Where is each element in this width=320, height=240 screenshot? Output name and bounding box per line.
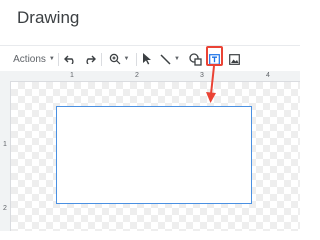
text-box[interactable]	[56, 106, 252, 204]
shape-tool-button[interactable]	[187, 46, 203, 72]
zoom-button[interactable]: ▼	[106, 46, 132, 72]
toolbar-separator	[101, 53, 102, 66]
select-icon	[143, 53, 151, 65]
chevron-down-icon: ▼	[48, 56, 55, 62]
image-tool-button[interactable]	[227, 46, 241, 72]
undo-icon	[63, 55, 74, 64]
ruler-number: 1	[3, 141, 7, 148]
text-box-highlight-box	[206, 46, 223, 66]
shape-icon	[188, 52, 202, 66]
toolbar: Actions ▼ ▼ ▼	[0, 45, 300, 72]
ruler-number: 4	[266, 72, 270, 79]
app-title: Drawing	[17, 8, 80, 27]
actions-label: Actions	[13, 53, 46, 65]
toolbar-separator	[58, 53, 59, 66]
actions-menu-button[interactable]: Actions ▼	[13, 46, 55, 72]
image-icon	[228, 53, 240, 65]
line-icon	[160, 53, 171, 65]
undo-button[interactable]	[62, 46, 78, 72]
ruler-number: 2	[3, 205, 7, 212]
toolbar-separator	[136, 53, 137, 66]
ruler-number: 2	[135, 72, 139, 79]
ruler-number: 1	[70, 72, 74, 79]
vertical-ruler: 1 2	[0, 81, 11, 231]
horizontal-ruler: 1 2 3 4	[0, 71, 300, 82]
redo-icon	[85, 55, 96, 64]
ruler-number: 3	[200, 72, 204, 79]
redo-button[interactable]	[81, 46, 97, 72]
chevron-down-icon: ▼	[174, 56, 180, 62]
zoom-icon	[109, 53, 120, 65]
select-tool-button[interactable]	[140, 46, 154, 72]
line-tool-button[interactable]: ▼	[158, 46, 182, 72]
chevron-down-icon: ▼	[123, 56, 130, 62]
